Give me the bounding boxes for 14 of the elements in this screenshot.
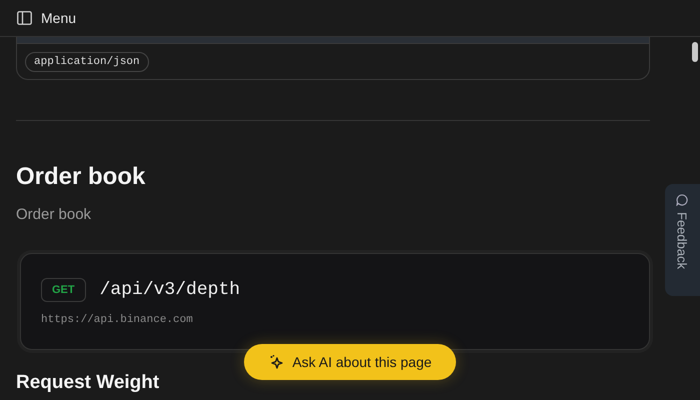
sparkle-icon bbox=[268, 354, 284, 370]
section-title: Order book bbox=[16, 163, 146, 191]
scrollbar-thumb[interactable] bbox=[692, 42, 698, 62]
sidebar-icon[interactable] bbox=[17, 11, 32, 25]
menu-label[interactable]: Menu bbox=[41, 10, 76, 26]
feedback-tab[interactable]: Feedback bbox=[665, 184, 700, 296]
ask-ai-button[interactable]: Ask AI about this page bbox=[244, 344, 456, 380]
section-heading: Request Weight bbox=[16, 372, 160, 394]
method-tag: GET bbox=[41, 278, 86, 302]
content-type-tag: application/json bbox=[25, 52, 149, 72]
chat-bubble-icon bbox=[676, 194, 688, 206]
base-url: https://api.binance.com bbox=[41, 314, 193, 326]
section-description: Order book bbox=[16, 206, 92, 223]
endpoint-path: /api/v3/depth bbox=[100, 280, 240, 300]
